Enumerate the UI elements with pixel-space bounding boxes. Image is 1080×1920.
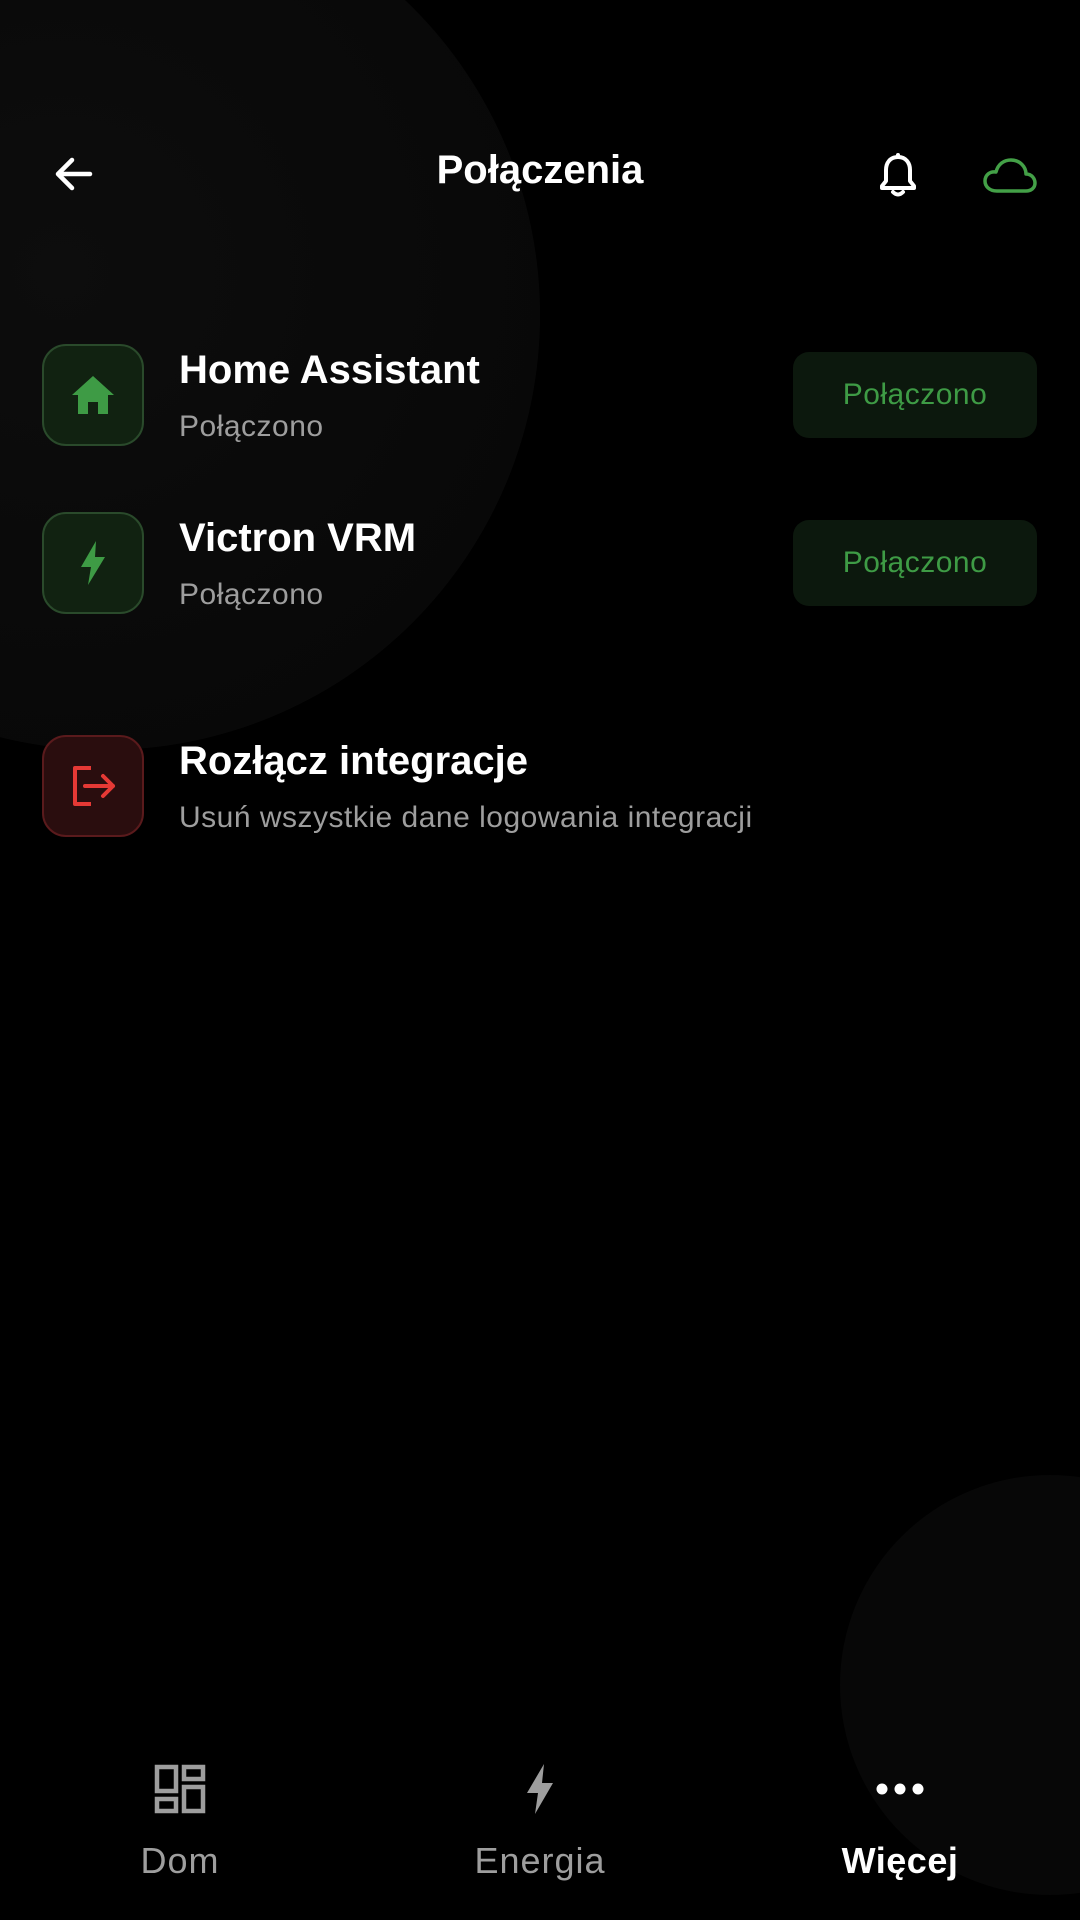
item-icon-container: [42, 735, 144, 837]
logout-icon: [73, 766, 115, 806]
more-horizontal-icon: [876, 1783, 924, 1795]
nav-icon-wrapper: [30, 1754, 330, 1824]
app-root: Połączenia Home Assistant Połączono Połą…: [0, 0, 1080, 1920]
bell-icon: [880, 153, 916, 197]
connection-name: Victron VRM: [179, 516, 417, 560]
bottom-navigation: Dom Energia Więcej: [0, 1740, 1080, 1920]
nav-item-energia[interactable]: Energia: [390, 1740, 690, 1900]
connection-item-victron-vrm[interactable]: Victron VRM Połączono Połączono: [42, 512, 1042, 616]
dashboard-icon: [154, 1764, 206, 1814]
disconnect-subtitle: Usuń wszystkie dane logowania integracji: [179, 801, 753, 834]
item-icon-container: [42, 512, 144, 614]
disconnect-title: Rozłącz integracje: [179, 739, 529, 783]
nav-icon-wrapper: [750, 1754, 1050, 1824]
nav-icon-wrapper: [390, 1754, 690, 1824]
nav-label: Dom: [140, 1840, 220, 1881]
disconnect-integrations-item[interactable]: Rozłącz integracje Usuń wszystkie dane l…: [42, 735, 1042, 839]
connection-item-home-assistant[interactable]: Home Assistant Połączono Połączono: [42, 344, 1042, 448]
connection-status-text: Połączono: [179, 578, 324, 611]
nav-item-dom[interactable]: Dom: [30, 1740, 330, 1900]
nav-item-wiecej[interactable]: Więcej: [750, 1740, 1050, 1900]
back-button[interactable]: [38, 138, 110, 210]
nav-label: Energia: [474, 1840, 606, 1881]
connection-status-text: Połączono: [179, 410, 324, 443]
top-app-bar: Połączenia: [0, 120, 1080, 230]
item-icon-container: [42, 344, 144, 446]
cloud-icon: [983, 158, 1037, 193]
status-badge: Połączono: [793, 520, 1037, 606]
bolt-icon: [81, 541, 105, 585]
status-badge: Połączono: [793, 352, 1037, 438]
bolt-icon: [527, 1764, 553, 1814]
connection-name: Home Assistant: [179, 348, 480, 392]
notifications-button[interactable]: [862, 140, 934, 212]
arrow-left-icon: [55, 157, 93, 191]
cloud-sync-button[interactable]: [972, 140, 1048, 212]
nav-label: Więcej: [841, 1840, 959, 1881]
home-icon: [72, 376, 114, 414]
